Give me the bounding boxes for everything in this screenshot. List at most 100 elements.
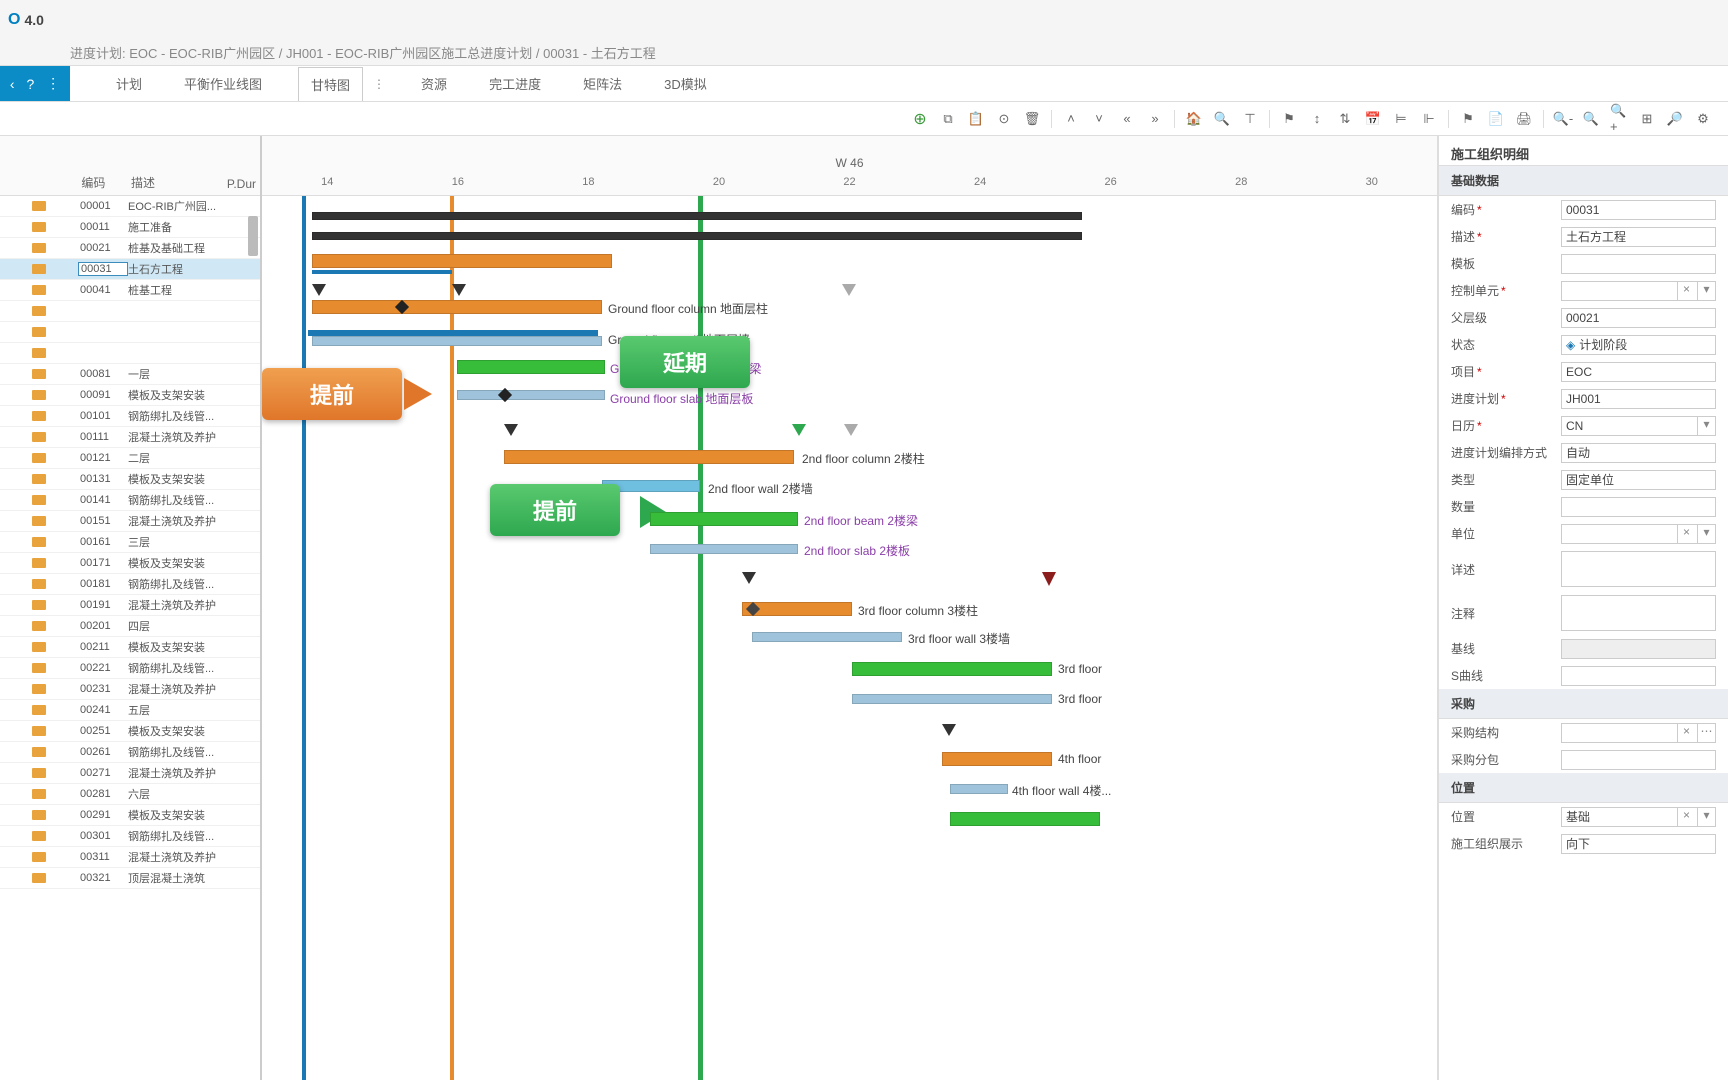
- table-row[interactable]: 00251 模板及支架安装: [0, 721, 260, 742]
- table-row[interactable]: 00241 五层: [0, 700, 260, 721]
- table-row[interactable]: 00141 钢筋绑扎及线管...: [0, 490, 260, 511]
- clear-icon[interactable]: ×: [1677, 282, 1695, 300]
- table-row[interactable]: 00091 模板及支架安装: [0, 385, 260, 406]
- toolbar-btn-0[interactable]: ⊕: [911, 110, 929, 128]
- bar-4f-green[interactable]: [950, 812, 1100, 826]
- table-row[interactable]: 00191 混凝土浇筑及养护: [0, 595, 260, 616]
- table-row[interactable]: 00131 模板及支架安装: [0, 469, 260, 490]
- input-location[interactable]: 基础×▾: [1561, 807, 1716, 827]
- section-purchase[interactable]: 采购: [1439, 689, 1728, 719]
- clear-icon[interactable]: ×: [1677, 525, 1695, 543]
- bar-2f-column[interactable]: [504, 450, 794, 464]
- table-row[interactable]: 00171 模板及支架安装: [0, 553, 260, 574]
- input-ctrl-unit[interactable]: ×▾: [1561, 281, 1716, 301]
- table-row[interactable]: 00031 土石方工程: [0, 259, 260, 280]
- table-row[interactable]: [0, 301, 260, 322]
- table-row[interactable]: 00151 混凝土浇筑及养护: [0, 511, 260, 532]
- dropdown-icon[interactable]: ▾: [1697, 417, 1715, 435]
- clear-icon[interactable]: ×: [1677, 808, 1695, 826]
- toolbar-btn-31[interactable]: ⚙: [1694, 110, 1712, 128]
- input-org-display[interactable]: 向下: [1561, 834, 1716, 854]
- bar-4f-a[interactable]: [942, 752, 1052, 766]
- input-template[interactable]: [1561, 254, 1716, 274]
- input-project[interactable]: EOC: [1561, 362, 1716, 382]
- section-basic[interactable]: 基础数据: [1439, 166, 1728, 196]
- bar-orange[interactable]: [312, 254, 612, 268]
- gantt-body[interactable]: Ground floor column 地面层柱 提前 Ground floor…: [262, 196, 1437, 1080]
- gantt-chart[interactable]: W 46 141618202224262830 Ground floor col…: [262, 136, 1438, 1080]
- table-row[interactable]: 00021 桩基及基础工程: [0, 238, 260, 259]
- bar-3f-wall[interactable]: [752, 632, 902, 642]
- toolbar-btn-28[interactable]: 🔍+: [1610, 110, 1628, 128]
- summary-bar[interactable]: [312, 212, 1082, 220]
- tab-more-icon[interactable]: ⋮: [373, 77, 385, 91]
- input-schedule[interactable]: JH001: [1561, 389, 1716, 409]
- toolbar-btn-7[interactable]: ˅: [1090, 110, 1108, 128]
- clear-icon[interactable]: ×: [1677, 724, 1695, 742]
- textarea-note[interactable]: [1561, 595, 1716, 631]
- table-row[interactable]: 00081 一层: [0, 364, 260, 385]
- table-row[interactable]: [0, 343, 260, 364]
- toolbar-btn-6[interactable]: ˄: [1062, 110, 1080, 128]
- more-icon[interactable]: ⋮: [46, 75, 60, 92]
- dropdown-icon[interactable]: ▾: [1697, 282, 1715, 300]
- toolbar-btn-24[interactable]: 🖨: [1515, 110, 1533, 128]
- bar-4f-wall[interactable]: [950, 784, 1008, 794]
- dropdown-icon[interactable]: ▾: [1697, 808, 1715, 826]
- toolbar-btn-1[interactable]: ⧉: [939, 110, 957, 128]
- toolbar-btn-18[interactable]: 📅: [1364, 110, 1382, 128]
- toolbar-btn-17[interactable]: ⇅: [1336, 110, 1354, 128]
- toolbar-btn-22[interactable]: ⚑: [1459, 110, 1477, 128]
- tab-5[interactable]: 矩阵法: [577, 66, 628, 101]
- toolbar-btn-16[interactable]: ↕: [1308, 110, 1326, 128]
- table-row[interactable]: 00301 钢筋绑扎及线管...: [0, 826, 260, 847]
- tab-3[interactable]: 资源: [415, 66, 453, 101]
- table-row[interactable]: 00261 钢筋绑扎及线管...: [0, 742, 260, 763]
- toolbar-btn-11[interactable]: 🏠: [1185, 110, 1203, 128]
- toolbar-btn-8[interactable]: «: [1118, 110, 1136, 128]
- bar-gf-wall[interactable]: [312, 336, 602, 346]
- table-row[interactable]: 00231 混凝土浇筑及养护: [0, 679, 260, 700]
- toolbar-btn-30[interactable]: 🔎: [1666, 110, 1684, 128]
- input-type[interactable]: 固定单位: [1561, 470, 1716, 490]
- summary-bar[interactable]: [312, 232, 1082, 240]
- toolbar-btn-19[interactable]: ⊨: [1392, 110, 1410, 128]
- table-row[interactable]: 00291 模板及支架安装: [0, 805, 260, 826]
- section-location[interactable]: 位置: [1439, 773, 1728, 803]
- toolbar-btn-4[interactable]: 🗑: [1023, 110, 1041, 128]
- bar-gf-slab[interactable]: [457, 390, 605, 400]
- toolbar-btn-27[interactable]: 🔍: [1582, 110, 1600, 128]
- input-code[interactable]: 00031: [1561, 200, 1716, 220]
- bar-gf-beam[interactable]: [457, 360, 605, 374]
- table-row[interactable]: 00161 三层: [0, 532, 260, 553]
- scrollbar-thumb[interactable]: [248, 216, 258, 256]
- bar-2f-slab[interactable]: [650, 544, 798, 554]
- table-row[interactable]: 00281 六层: [0, 784, 260, 805]
- toolbar-btn-13[interactable]: ⊤: [1241, 110, 1259, 128]
- table-row[interactable]: 00011 施工准备: [0, 217, 260, 238]
- toolbar-btn-20[interactable]: ⊩: [1420, 110, 1438, 128]
- tab-4[interactable]: 完工进度: [483, 66, 547, 101]
- help-icon[interactable]: ?: [26, 76, 34, 92]
- back-icon[interactable]: ‹: [10, 76, 15, 92]
- toolbar-btn-15[interactable]: ⚑: [1280, 110, 1298, 128]
- col-desc[interactable]: 描述: [127, 174, 220, 191]
- activity-rows[interactable]: 00001 EOC-RIB广州园... 00011 施工准备 00021 桩基及…: [0, 196, 260, 1080]
- table-row[interactable]: [0, 322, 260, 343]
- toolbar-btn-29[interactable]: ⊞: [1638, 110, 1656, 128]
- tab-2[interactable]: 甘特图: [298, 67, 363, 101]
- table-row[interactable]: 00041 桩基工程: [0, 280, 260, 301]
- bar-gf-column[interactable]: [312, 300, 602, 314]
- input-scurve[interactable]: [1561, 666, 1716, 686]
- bar-3f-a[interactable]: [852, 662, 1052, 676]
- input-unit[interactable]: ×▾: [1561, 524, 1716, 544]
- input-calendar[interactable]: CN▾: [1561, 416, 1716, 436]
- input-purchase-struct[interactable]: ×⋯: [1561, 723, 1716, 743]
- table-row[interactable]: 00211 模板及支架安装: [0, 637, 260, 658]
- input-status[interactable]: ◈计划阶段: [1561, 335, 1716, 355]
- table-row[interactable]: 00311 混凝土浇筑及养护: [0, 847, 260, 868]
- toolbar-btn-26[interactable]: 🔍-: [1554, 110, 1572, 128]
- tab-1[interactable]: 平衡作业线图: [178, 66, 268, 101]
- bar-2f-beam[interactable]: [650, 512, 798, 526]
- table-row[interactable]: 00101 钢筋绑扎及线管...: [0, 406, 260, 427]
